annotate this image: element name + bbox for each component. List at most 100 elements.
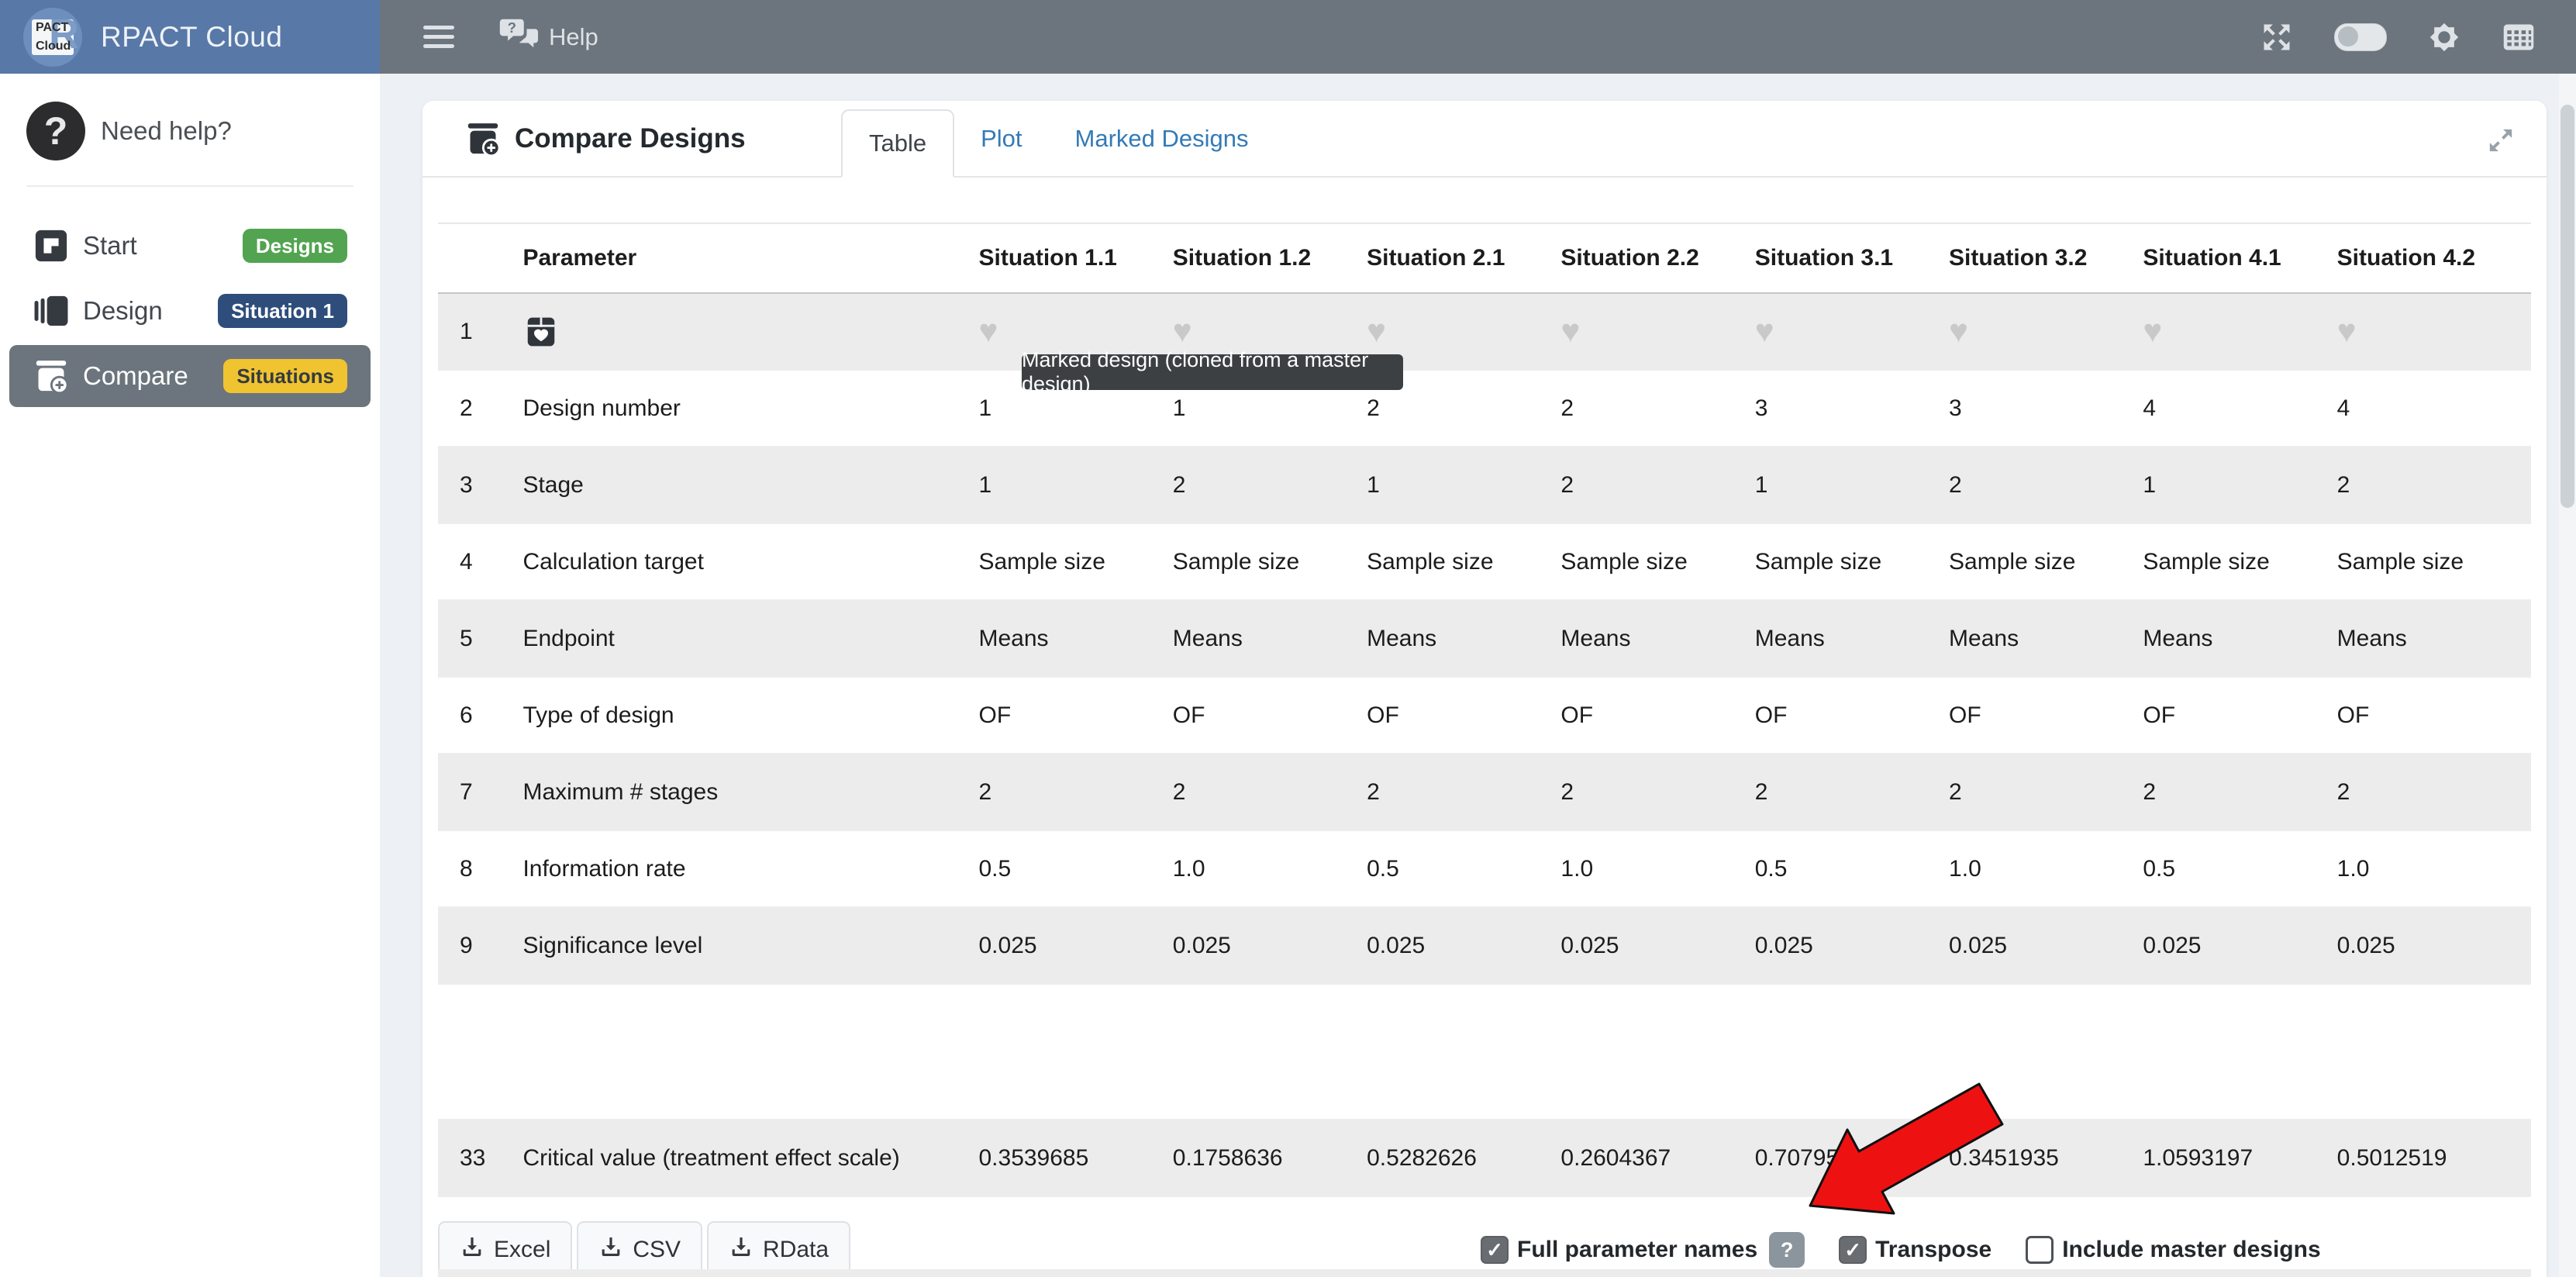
row-number: 7 [438, 779, 522, 806]
table-row-9: 9Significance level0.0250.0250.0250.0250… [438, 908, 2531, 985]
column-header: Situation 4.2 [2337, 245, 2531, 271]
parameter-value: Sample size [2143, 549, 2336, 575]
checkbox-box: ✓ [1839, 1236, 1867, 1264]
heart-icon[interactable]: ♥ [1755, 312, 1774, 349]
sidebar: ? Need help? Start Designs Design Situat… [0, 74, 380, 1277]
table-row-4: 4Calculation targetSample sizeSample siz… [438, 524, 2531, 601]
parameter-value: 2 [1367, 779, 1560, 806]
parameter-value: Sample size [978, 549, 1172, 575]
help-badge[interactable]: ? [1769, 1232, 1805, 1268]
sidebar-item-compare[interactable]: Compare Situations [9, 345, 371, 407]
download-icon [729, 1234, 753, 1265]
heart-icon[interactable]: ♥ [1560, 312, 1580, 349]
parameter-value: 2 [2143, 779, 2336, 806]
parameter-value: 0.025 [1949, 933, 2143, 959]
expand-panel-icon[interactable] [2483, 123, 2519, 158]
column-header: Situation 2.2 [1560, 245, 1754, 271]
heart-icon[interactable]: ♥ [1367, 312, 1386, 349]
heart-icon[interactable]: ♥ [2143, 312, 2162, 349]
heart-icon[interactable]: ♥ [1173, 312, 1192, 349]
parameter-value: 4 [2337, 395, 2531, 422]
parameter-value: 2 [1949, 779, 2143, 806]
parameter-value: 1.0 [1560, 856, 1754, 882]
parameter-value: 0.3539685 [978, 1145, 1172, 1172]
parameter-value: 2 [1560, 779, 1754, 806]
parameter-value: 2 [1949, 472, 2143, 499]
parameter-value: 0.2604367 [1560, 1145, 1754, 1172]
help-button[interactable]: ? Help [499, 18, 598, 56]
checkbox-include-master-designs[interactable]: Include master designs [2026, 1236, 2320, 1264]
parameter-name: Maximum # stages [522, 779, 978, 806]
sidebar-item-start[interactable]: Start Designs [9, 215, 371, 277]
sidebar-divider [26, 185, 353, 187]
settings-gear-icon[interactable] [2427, 20, 2461, 54]
parameter-value: 1 [1755, 472, 1949, 499]
help-bubbles-icon: ? [499, 18, 540, 56]
parameter-value: Means [1173, 626, 1367, 652]
table-row-7: 7Maximum # stages22222222 [438, 754, 2531, 831]
theme-toggle[interactable] [2334, 23, 2387, 51]
parameter-value: Sample size [1367, 549, 1560, 575]
badge-design: Situation 1 [218, 294, 347, 328]
sidebar-collapse-icon[interactable] [423, 20, 454, 53]
parameter-name: Endpoint [522, 626, 978, 652]
heart-icon[interactable]: ♥ [2337, 312, 2357, 349]
download-icon [598, 1234, 623, 1265]
parameter-value: 0.5 [1367, 856, 1560, 882]
parameter-value: 0.5012519 [2337, 1145, 2531, 1172]
checkbox-full-parameter-names[interactable]: ✓ Full parameter names ? [1481, 1232, 1805, 1268]
card-header: Compare Designs TablePlotMarked Designs [422, 101, 2547, 178]
heart-icon[interactable]: ♥ [1949, 312, 1968, 349]
parameter-value: 0.7079573 [1755, 1145, 1949, 1172]
column-header: Situation 1.2 [1173, 245, 1367, 271]
parameter-value: 0.025 [1367, 933, 1560, 959]
parameter-value: 0.025 [2143, 933, 2336, 959]
scrollbar-thumb[interactable] [2560, 105, 2574, 508]
row-number: 3 [438, 472, 522, 499]
sidebar-item-design[interactable]: Design Situation 1 [9, 280, 371, 342]
app-header: R PACT Cloud RPACT Cloud [0, 0, 380, 74]
row-number: 6 [438, 702, 522, 729]
parameter-value: 2 [2337, 472, 2531, 499]
grid-table-icon[interactable] [2502, 20, 2536, 54]
parameter-value: OF [2143, 702, 2336, 729]
parameter-value: 0.025 [978, 933, 1172, 959]
parameter-value: OF [1367, 702, 1560, 729]
parameter-value: 2 [1755, 779, 1949, 806]
parameter-value: 1 [1367, 472, 1560, 499]
parameter-name: Stage [522, 472, 978, 499]
design-icon [33, 293, 69, 329]
need-help-link[interactable]: ? Need help? [0, 74, 380, 160]
table-row-33: 33Critical value (treatment effect scale… [438, 1120, 2531, 1197]
next-section-edge [438, 1269, 2531, 1277]
rpact-logo-box: R PACT Cloud [32, 19, 74, 55]
parameter-value: OF [2337, 702, 2531, 729]
tab-plot[interactable]: Plot [954, 101, 1048, 176]
question-mark-icon: ? [26, 102, 85, 160]
parameter-value: 1 [978, 472, 1172, 499]
parameter-value: Means [978, 626, 1172, 652]
tab-table[interactable]: Table [841, 109, 954, 178]
parameter-value: 0.025 [1173, 933, 1367, 959]
rpact-logo[interactable]: R PACT Cloud [23, 8, 82, 67]
parameter-value: 2 [978, 779, 1172, 806]
parameter-value: 0.5282626 [1367, 1145, 1560, 1172]
column-header: Situation 3.1 [1755, 245, 1949, 271]
parameter-value: 0.025 [1755, 933, 1949, 959]
parameter-value: OF [1755, 702, 1949, 729]
tab-marked-designs[interactable]: Marked Designs [1049, 101, 1275, 176]
row-number: 33 [438, 1145, 522, 1172]
parameter-value: Sample size [2337, 549, 2531, 575]
parameter-value: 2 [1560, 472, 1754, 499]
parameter-value: 0.025 [1560, 933, 1754, 959]
row-number: 4 [438, 549, 522, 575]
checkbox-transpose[interactable]: ✓ Transpose [1839, 1236, 1991, 1264]
start-icon [33, 228, 69, 264]
compare-table: ParameterSituation 1.1Situation 1.2Situa… [438, 223, 2531, 1197]
page-scrollbar[interactable] [2559, 74, 2576, 1277]
heart-icon[interactable]: ♥ [978, 312, 998, 349]
fullscreen-icon[interactable] [2260, 20, 2294, 54]
parameter-value: 1 [2143, 472, 2336, 499]
row-number: 9 [438, 933, 522, 959]
parameter-value: 2 [2337, 779, 2531, 806]
